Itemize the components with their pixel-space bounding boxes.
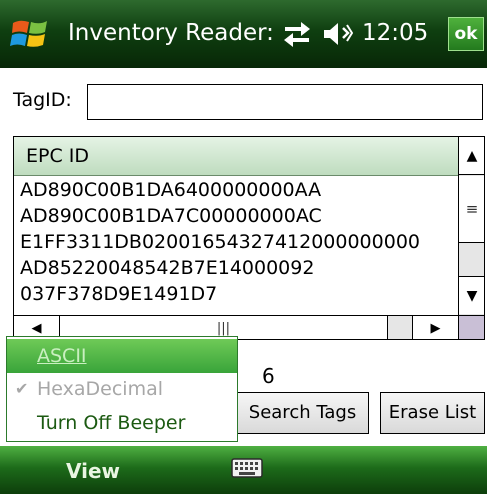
menu-item-hexadecimal[interactable]: ✔ HexaDecimal — [7, 372, 237, 406]
scroll-up-button[interactable]: ▲ — [459, 137, 484, 175]
scrollbar-corner — [458, 315, 484, 339]
window-title: Inventory Reader: — [68, 20, 274, 46]
down-arrow-icon: ▼ — [466, 288, 478, 304]
clock: 12:05 — [362, 20, 429, 46]
scroll-track[interactable] — [388, 316, 412, 339]
view-menu-button[interactable]: View — [66, 459, 120, 483]
view-menu-popup: ASCII ✔ HexaDecimal Turn Off Beeper — [6, 336, 238, 442]
checkmark-icon: ✔ — [15, 379, 29, 398]
menu-item-ascii[interactable]: ASCII — [7, 339, 237, 373]
epc-rows: AD890C00B1DA6400000000AA AD890C00B1DA7C0… — [14, 177, 458, 315]
tagid-input[interactable] — [87, 84, 483, 120]
vertical-scrollbar[interactable]: ▲ ≡ ▼ — [458, 137, 484, 315]
epc-list[interactable]: EPC ID AD890C00B1DA6400000000AA AD890C00… — [13, 136, 485, 340]
volume-icon[interactable] — [321, 20, 353, 48]
windows-start-icon[interactable] — [10, 14, 52, 54]
list-item[interactable]: AD890C00B1DA6400000000AA — [14, 177, 458, 203]
tag-count: 6 — [262, 364, 275, 388]
menu-item-label: Turn Off Beeper — [37, 412, 186, 434]
keyboard-icon[interactable] — [230, 454, 264, 482]
ok-button[interactable]: ok — [448, 17, 484, 51]
scroll-down-button[interactable]: ▼ — [459, 276, 484, 314]
menu-item-label: ASCII — [37, 345, 87, 367]
menu-item-turn-off-beeper[interactable]: Turn Off Beeper — [7, 406, 237, 440]
bottom-menu-bar: View — [0, 446, 487, 494]
title-bar: Inventory Reader: 12:05 ok — [0, 0, 487, 68]
connectivity-icon[interactable] — [281, 20, 313, 48]
erase-list-button[interactable]: Erase List — [380, 392, 485, 434]
list-item[interactable]: AD890C00B1DA7C00000000AC — [14, 203, 458, 229]
menu-item-label: HexaDecimal — [37, 378, 164, 400]
left-arrow-icon: ◀ — [31, 321, 42, 336]
right-arrow-icon: ▶ — [430, 321, 441, 336]
list-item[interactable]: AD85220048542B7E14000092 — [14, 255, 458, 281]
search-tags-button[interactable]: Search Tags — [236, 392, 369, 434]
thumb-grip-icon: ≡ — [465, 200, 479, 218]
list-item[interactable]: E1FF3311DB02001654327412000000000 — [14, 229, 458, 255]
thumb-grip-icon: ||| — [216, 321, 231, 336]
tagid-label: TagID: — [13, 89, 72, 111]
vertical-scroll-thumb[interactable]: ≡ — [459, 176, 484, 243]
scroll-right-button[interactable]: ▶ — [412, 316, 458, 339]
up-arrow-icon: ▲ — [466, 148, 478, 164]
list-item[interactable]: 037F378D9E1491D7 — [14, 281, 458, 307]
epc-column-header[interactable]: EPC ID — [14, 137, 458, 176]
